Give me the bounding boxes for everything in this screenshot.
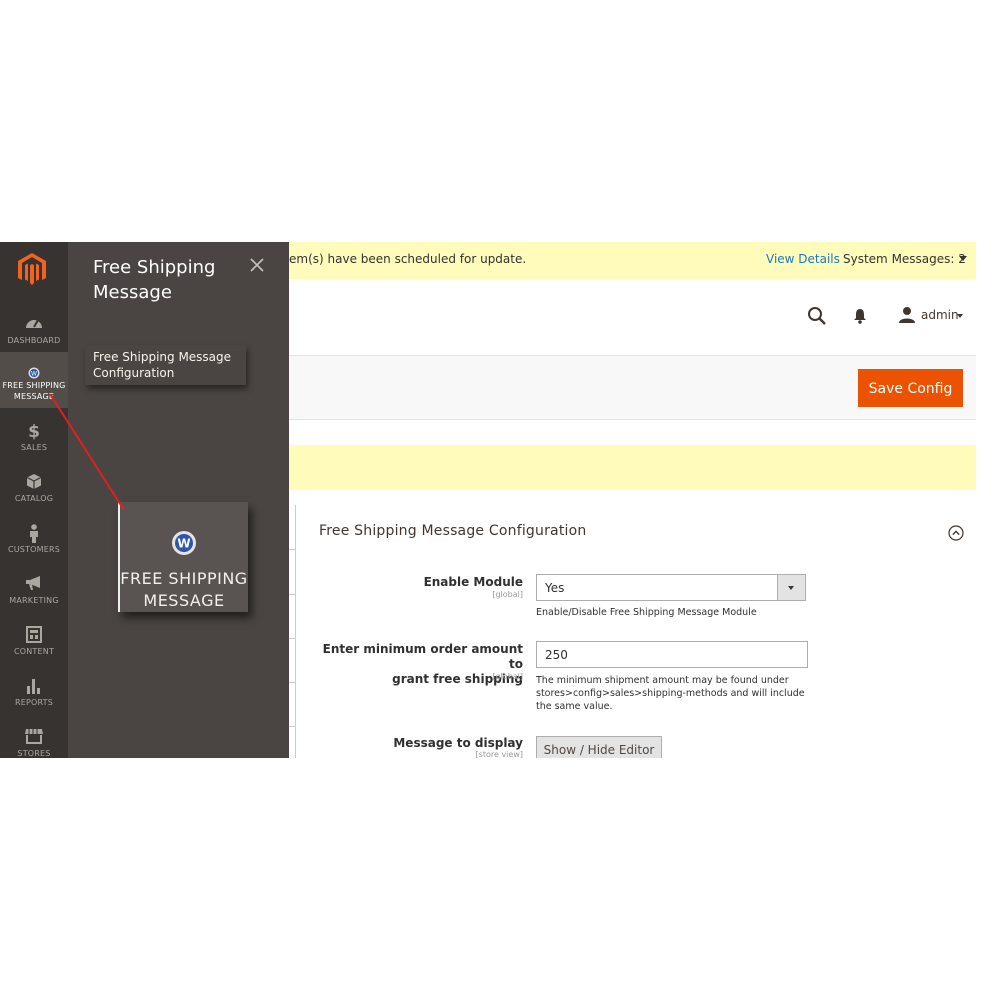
min-amount-input[interactable] (536, 641, 808, 668)
search-icon[interactable] (807, 306, 827, 326)
sidebar-item-label: CONTENT (13, 647, 55, 656)
person-icon (0, 524, 68, 544)
dollar-icon: $ (28, 422, 40, 442)
page-header: admin (289, 279, 976, 355)
zoomed-menu-label: FREE SHIPPING MESSAGE (120, 568, 248, 612)
save-config-button[interactable]: Save Config (858, 369, 963, 407)
bell-icon[interactable] (853, 308, 867, 324)
extension-logo-icon: W (0, 364, 68, 380)
svg-text:W: W (31, 370, 37, 377)
submenu-title: Free Shipping Message (93, 257, 216, 303)
min-amount-scope: [global] (492, 672, 523, 681)
sidebar-item-marketing[interactable]: MARKETING (0, 571, 68, 622)
bar-chart-icon (0, 677, 68, 697)
tab-divider (289, 726, 295, 727)
sidebar-item-sales[interactable]: $ SALES (0, 418, 68, 469)
close-icon[interactable] (249, 257, 265, 273)
section-title[interactable]: Free Shipping Message Configuration (319, 523, 586, 539)
min-amount-label-line1: Enter minimum order amount to (322, 642, 523, 671)
sidebar-item-label-line2: MESSAGE (13, 392, 55, 401)
sidebar-item-content[interactable]: CONTENT (0, 622, 68, 673)
enable-module-note: Enable/Disable Free Shipping Message Mod… (536, 607, 757, 618)
notice-bar (289, 445, 976, 490)
extension-logo-icon: W (172, 531, 196, 555)
megaphone-icon (0, 575, 68, 595)
view-details-link[interactable]: View Details (766, 252, 840, 266)
sidebar-item-label: FREE SHIPPING (2, 381, 66, 390)
enable-module-select[interactable]: Yes (536, 574, 806, 601)
min-amount-note: The minimum shipment amount may be found… (536, 675, 805, 712)
page-actions-bar: Save Config (289, 355, 976, 420)
magento-logo[interactable] (0, 242, 68, 302)
zoomed-menu-label-line2: MESSAGE (143, 591, 225, 610)
message-scope: [store view] (475, 750, 523, 758)
sidebar-item-label: CATALOG (14, 494, 54, 503)
enable-module-label: Enable Module (423, 575, 523, 589)
admin-screenshot: DASHBOARD W FREE SHIPPING MESSAGE $ SALE… (0, 242, 976, 758)
magento-logo-icon (18, 253, 46, 285)
show-hide-editor-button[interactable]: Show / Hide Editor (536, 736, 662, 758)
tab-divider (289, 549, 295, 550)
select-toggle[interactable] (777, 575, 805, 600)
box-icon (0, 473, 68, 493)
system-message-text: em(s) have been scheduled for update. (289, 252, 527, 266)
message-label: Message to display (393, 736, 523, 750)
chevron-down-icon[interactable] (957, 314, 963, 318)
user-icon[interactable] (898, 306, 916, 324)
enable-module-scope: [global] (492, 590, 523, 599)
config-tabs-column (289, 505, 296, 758)
submenu-panel: Free Shipping Message Free Shipping Mess… (68, 242, 289, 758)
sidebar-item-label: STORES (17, 749, 51, 758)
sidebar-item-label: CUSTOMERS (7, 545, 61, 554)
chevron-down-icon[interactable] (959, 256, 967, 261)
collapse-chevron-up-icon[interactable] (948, 525, 964, 541)
store-icon (0, 728, 68, 748)
submenu-link-configuration[interactable]: Free Shipping Message Configuration (85, 345, 246, 385)
chevron-down-icon (788, 586, 794, 590)
svg-text:W: W (177, 537, 190, 551)
sidebar-item-label: DASHBOARD (7, 336, 61, 345)
sidebar-item-reports[interactable]: REPORTS (0, 673, 68, 724)
layout-icon (0, 626, 68, 646)
sidebar-item-customers[interactable]: CUSTOMERS (0, 520, 68, 571)
sidebar-item-label: MARKETING (9, 596, 59, 605)
tab-divider (289, 638, 295, 639)
sidebar-item-free-shipping-message[interactable]: W FREE SHIPPING MESSAGE (0, 352, 68, 408)
admin-sidebar: DASHBOARD W FREE SHIPPING MESSAGE $ SALE… (0, 242, 68, 758)
sidebar-item-stores[interactable]: STORES (0, 724, 68, 758)
tab-divider (289, 682, 295, 683)
enable-module-value: Yes (545, 581, 565, 595)
zoomed-menu-callout: W FREE SHIPPING MESSAGE (118, 502, 248, 612)
admin-user-menu[interactable]: admin (921, 308, 959, 322)
sidebar-item-label: SALES (20, 443, 48, 452)
system-message-bar: em(s) have been scheduled for update. Vi… (289, 242, 976, 279)
sidebar-item-catalog[interactable]: CATALOG (0, 469, 68, 520)
sidebar-item-label: REPORTS (14, 698, 54, 707)
tab-divider (289, 594, 295, 595)
system-messages-count[interactable]: System Messages: 2 (843, 252, 966, 266)
dashboard-icon (0, 315, 68, 335)
zoomed-menu-label-line1: FREE SHIPPING (120, 569, 248, 588)
